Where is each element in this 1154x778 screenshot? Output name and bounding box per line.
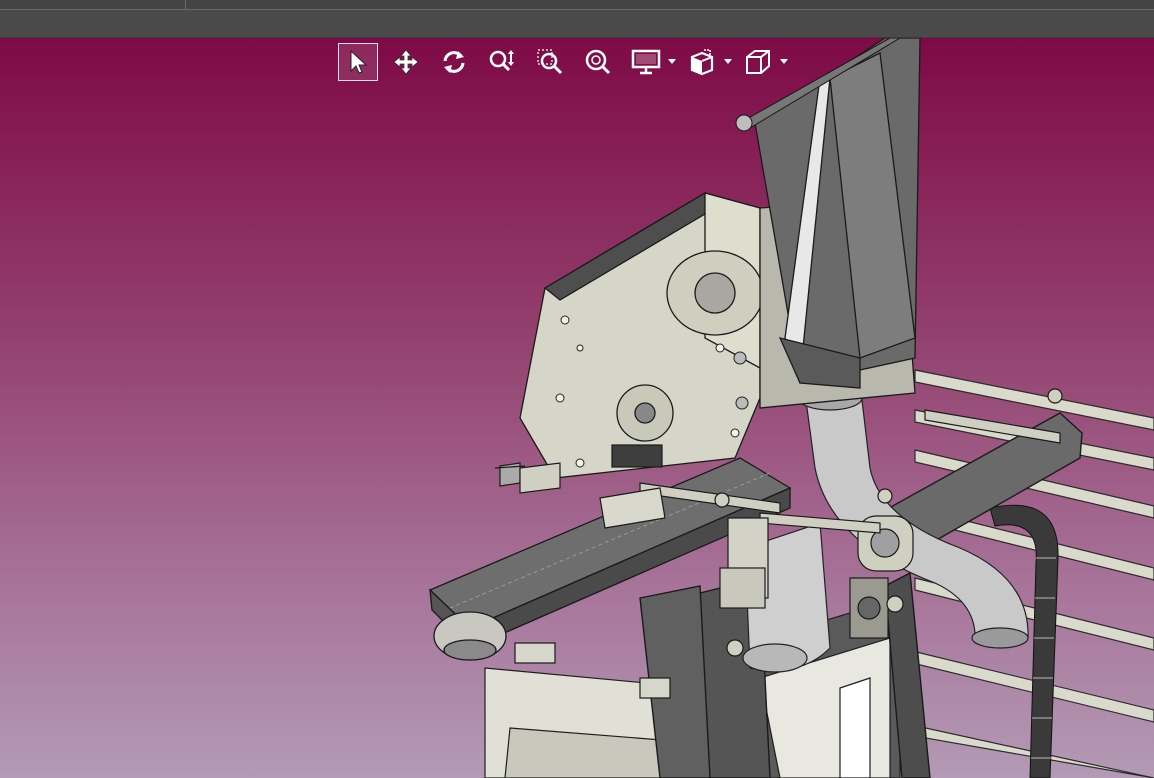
zoom-updown-icon [489,50,514,72]
display-mode-dropdown[interactable] [666,43,678,81]
cad-model[interactable] [0,38,1154,778]
section-box-icon [690,49,714,76]
chevron-down-icon [668,59,676,64]
pointer-icon [350,49,368,74]
monitor-icon [631,49,661,75]
move-arrows-icon [393,49,419,75]
select-tool-button[interactable] [338,43,378,81]
zoom-window-icon [537,49,563,75]
view-toolbar [338,42,794,82]
3d-viewport[interactable] [0,38,1154,778]
chevron-down-icon [780,59,788,64]
cube-icon [746,50,770,74]
zoom-tool-button[interactable] [482,43,522,81]
section-view-dropdown[interactable] [722,43,734,81]
zoom-window-button[interactable] [530,43,570,81]
view-orientation-dropdown[interactable] [778,43,790,81]
title-bar [0,0,1154,38]
pan-tool-button[interactable] [386,43,426,81]
tab-strip [0,0,1154,10]
display-mode-button[interactable] [626,43,666,81]
zoom-fit-button[interactable] [578,43,618,81]
rotate-icon [443,51,465,73]
section-view-button[interactable] [682,43,722,81]
zoom-fit-icon [585,49,611,75]
rotate-tool-button[interactable] [434,43,474,81]
view-orientation-button[interactable] [738,43,778,81]
document-tab[interactable] [0,0,186,10]
chevron-down-icon [724,59,732,64]
